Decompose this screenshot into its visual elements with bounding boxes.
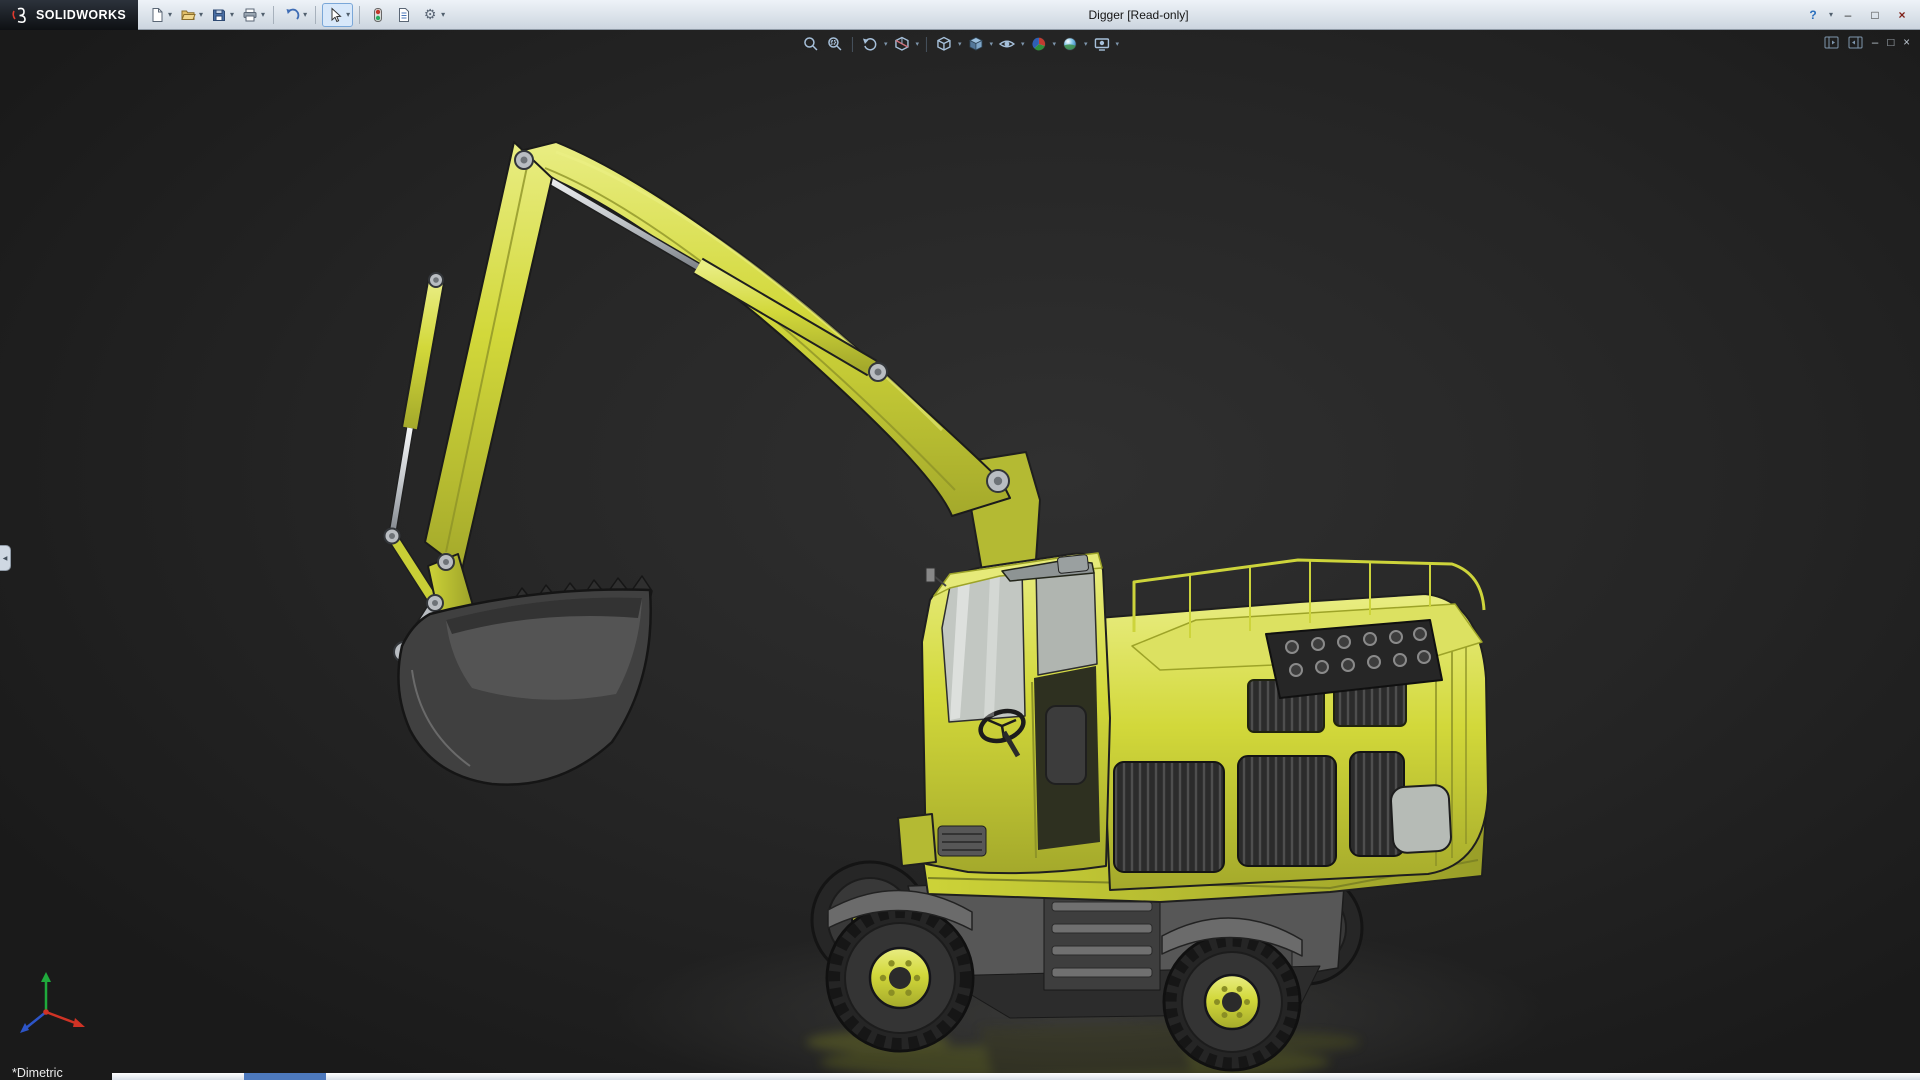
title-bar: SOLIDWORKS ▾ ▾ ▾ ▾ ▾ ▾ ⚙ ▾ Digger [Read-… xyxy=(0,0,1920,30)
apply-scene-icon[interactable] xyxy=(1059,33,1081,55)
wheel-front[interactable] xyxy=(825,903,975,1053)
save-icon xyxy=(209,5,229,25)
toolbar-separator xyxy=(315,5,317,24)
rear-panel xyxy=(1390,784,1452,854)
display-style-icon[interactable] xyxy=(964,33,986,55)
gear-icon: ⚙ xyxy=(423,6,437,22)
print-icon xyxy=(240,5,260,25)
undo-icon xyxy=(282,5,302,25)
solidworks-logo: SOLIDWORKS xyxy=(0,0,138,30)
dropdown-arrow[interactable]: ▾ xyxy=(168,10,172,19)
file-properties-button[interactable] xyxy=(392,4,416,26)
dropdown-arrow[interactable]: ▾ xyxy=(1084,41,1088,48)
window-controls: ? ▾ – □ × xyxy=(1801,0,1914,30)
file-properties-icon xyxy=(394,5,414,25)
document-window-controls: – □ × xyxy=(1824,36,1910,49)
cab[interactable] xyxy=(897,552,1111,875)
select-button[interactable]: ▾ xyxy=(322,2,354,27)
dassault-3ds-mark-icon xyxy=(12,7,26,23)
toolbar-separator xyxy=(273,5,275,24)
front-bracket xyxy=(897,813,937,867)
featuremanager-collapsed-tab[interactable]: ◀ xyxy=(0,545,11,571)
dropdown-arrow[interactable]: ▾ xyxy=(346,10,350,19)
expand-pane-left-icon[interactable] xyxy=(1824,36,1839,49)
boom xyxy=(515,141,1011,517)
view-orientation-icon[interactable] xyxy=(933,33,955,55)
heads-up-toolbar: ▾ ▾ ▾ ▾ ▾ ▾ ▾ ▾ xyxy=(800,33,1120,55)
print-button[interactable]: ▾ xyxy=(238,4,267,26)
taskbar-active-segment[interactable] xyxy=(244,1073,326,1080)
dropdown-arrow[interactable]: ▾ xyxy=(1053,41,1057,48)
dropdown-arrow[interactable]: ▾ xyxy=(230,10,234,19)
headsup-separator xyxy=(925,36,927,52)
view-settings-icon[interactable] xyxy=(1091,33,1113,55)
zoom-to-area-icon[interactable] xyxy=(824,33,846,55)
roof-box xyxy=(1057,554,1089,574)
rebuild-button[interactable] xyxy=(366,4,390,26)
dropdown-arrow[interactable]: ▾ xyxy=(915,41,919,48)
new-document-button[interactable]: ▾ xyxy=(145,4,174,26)
maximize-button[interactable]: □ xyxy=(1863,4,1887,26)
dropdown-arrow[interactable]: ▾ xyxy=(1021,41,1025,48)
zoom-to-fit-icon[interactable] xyxy=(800,33,822,55)
taskbar-edge[interactable] xyxy=(112,1073,1920,1080)
window-title: Digger [Read-only] xyxy=(1088,8,1189,22)
undo-button[interactable]: ▾ xyxy=(280,4,309,26)
excavator-model[interactable] xyxy=(383,141,1489,1072)
engine-house[interactable] xyxy=(1097,558,1489,891)
dropdown-arrow[interactable]: ▾ xyxy=(261,10,265,19)
open-icon xyxy=(178,5,198,25)
rebuild-traffic-light-icon xyxy=(368,5,388,25)
dropdown-arrow[interactable]: ▾ xyxy=(1829,11,1833,19)
open-button[interactable]: ▾ xyxy=(176,4,205,26)
dropdown-arrow[interactable]: ▾ xyxy=(441,10,445,19)
mirror xyxy=(925,567,936,583)
dropdown-arrow[interactable]: ▾ xyxy=(199,10,203,19)
new-document-icon xyxy=(147,5,167,25)
expand-pane-right-icon[interactable] xyxy=(1848,36,1863,49)
options-button[interactable]: ⚙ ▾ xyxy=(418,4,447,26)
document-minimize-button[interactable]: – xyxy=(1872,37,1878,49)
dropdown-arrow[interactable]: ▾ xyxy=(989,41,993,48)
dropdown-arrow[interactable]: ▾ xyxy=(1116,41,1120,48)
graphics-area[interactable] xyxy=(0,30,1920,1080)
toolbar-separator xyxy=(359,5,361,24)
graphics-viewport[interactable]: ▾ ▾ ▾ ▾ ▾ ▾ ▾ ▾ – □ × *Dimetric ◀ xyxy=(0,30,1920,1080)
headsup-separator xyxy=(851,36,853,52)
document-close-button[interactable]: × xyxy=(1903,37,1910,49)
brand-name: SOLIDWORKS xyxy=(36,7,127,22)
orientation-triad[interactable] xyxy=(20,972,85,1033)
section-view-icon[interactable] xyxy=(890,33,912,55)
select-cursor-icon xyxy=(325,5,345,25)
help-button[interactable]: ? xyxy=(1801,4,1825,26)
close-button[interactable]: × xyxy=(1890,4,1914,26)
dropdown-arrow[interactable]: ▾ xyxy=(303,10,307,19)
dropdown-arrow[interactable]: ▾ xyxy=(884,41,888,48)
side-grille xyxy=(1113,761,1225,873)
stick xyxy=(424,141,553,571)
side-grille xyxy=(1237,755,1337,867)
view-orientation-label: *Dimetric xyxy=(12,1066,63,1080)
main-toolbar: ▾ ▾ ▾ ▾ ▾ ▾ ⚙ ▾ xyxy=(144,2,448,27)
dropdown-arrow[interactable]: ▾ xyxy=(958,41,962,48)
arm-assembly[interactable] xyxy=(383,141,1011,663)
operator-seat xyxy=(1045,705,1087,785)
minimize-button[interactable]: – xyxy=(1836,4,1860,26)
previous-view-icon[interactable] xyxy=(859,33,881,55)
hide-show-items-icon[interactable] xyxy=(996,33,1018,55)
document-restore-button[interactable]: □ xyxy=(1887,37,1894,49)
edit-appearance-icon[interactable] xyxy=(1028,33,1050,55)
wheel-rear[interactable] xyxy=(1162,932,1302,1072)
save-button[interactable]: ▾ xyxy=(207,4,236,26)
